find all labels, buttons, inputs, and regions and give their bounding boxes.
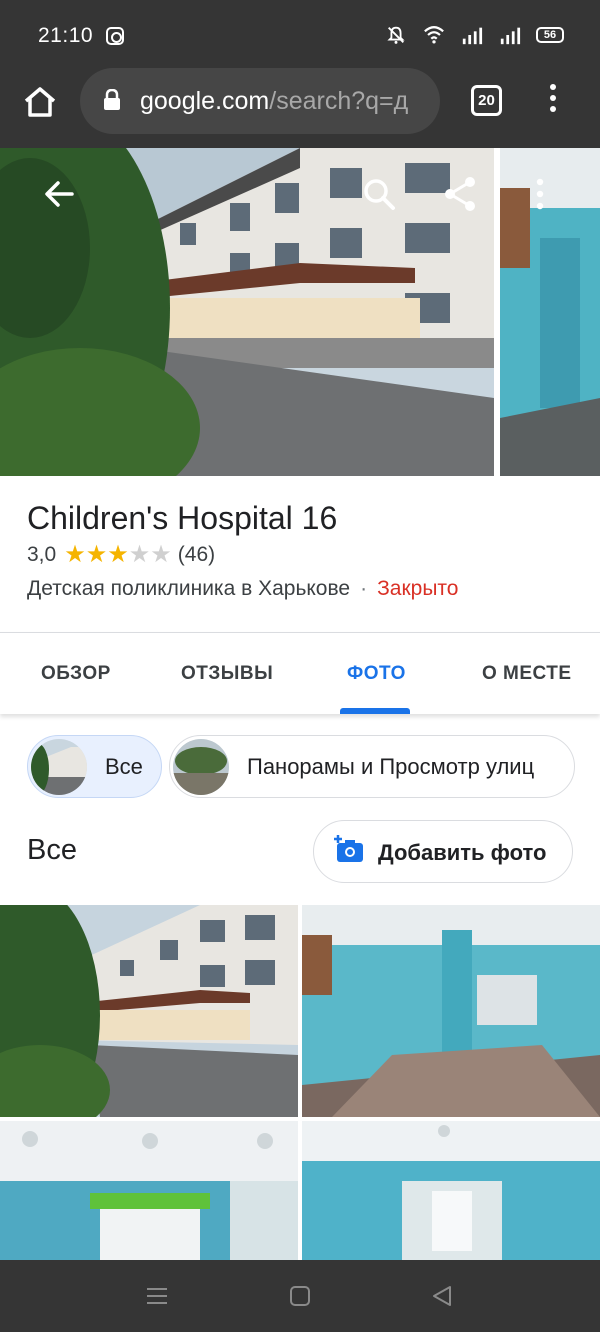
star-icon: ★	[85, 541, 108, 568]
instagram-icon	[106, 27, 124, 45]
url-text: google.com/search?q=д	[140, 87, 430, 116]
browser-toolbar: google.com/search?q=д 20	[0, 68, 600, 148]
photo-thumbnail[interactable]	[302, 1121, 600, 1260]
category-row: Детская поликлиника в Харькове · Закрыто	[27, 577, 458, 601]
review-count: (46)	[177, 543, 216, 566]
place-tabs: ОБЗОР ОТЗЫВЫ ФОТО О МЕСТЕ	[0, 632, 600, 714]
open-status: Закрыто	[377, 577, 459, 600]
chip-panorama-thumbnail	[173, 738, 229, 795]
add-photo-label: Добавить фото	[378, 840, 547, 865]
star-icon: ★	[150, 541, 172, 568]
star-icon: ★	[128, 541, 151, 568]
place-title: Children's Hospital 16	[27, 500, 338, 536]
more-options-icon[interactable]	[518, 172, 562, 216]
chip-all[interactable]: Все	[27, 735, 162, 798]
vibrate-mute-icon	[387, 26, 405, 44]
search-icon[interactable]	[357, 172, 401, 216]
hero-photos	[0, 148, 600, 476]
signal-icon-2	[500, 27, 521, 45]
separator-dot: ·	[360, 577, 368, 600]
home-icon[interactable]	[22, 84, 58, 120]
url-host: google.com	[140, 87, 270, 115]
add-photo-camera-icon	[334, 835, 363, 862]
rating-value: 3,0	[27, 543, 57, 566]
address-bar[interactable]: google.com/search?q=д	[80, 68, 440, 134]
chip-all-thumbnail	[31, 738, 87, 795]
back-nav-icon[interactable]	[430, 1284, 454, 1308]
back-arrow-icon[interactable]	[38, 172, 82, 216]
battery-icon: 56	[536, 27, 564, 43]
system-navigation-bar	[0, 1260, 600, 1332]
active-tab-indicator	[340, 708, 410, 714]
rating-row[interactable]: 3,0 ★ ★ ★ ★ ★ (46)	[27, 543, 215, 567]
recent-apps-icon[interactable]	[145, 1284, 169, 1308]
browser-menu-button[interactable]	[546, 84, 560, 118]
photo-thumbnail[interactable]	[302, 905, 600, 1117]
tab-switcher-button[interactable]: 20	[471, 85, 502, 116]
tab-photos[interactable]: ФОТО	[347, 663, 406, 685]
star-icon: ★	[64, 541, 86, 568]
photo-thumbnail[interactable]	[0, 1121, 298, 1260]
place-category: Детская поликлиника в Харькове	[27, 577, 351, 600]
photo-thumbnail[interactable]	[0, 905, 298, 1117]
chip-panoramas[interactable]: Панорамы и Просмотр улиц	[169, 735, 575, 798]
chip-panoramas-label: Панорамы и Просмотр улиц	[247, 753, 535, 779]
add-photo-button[interactable]: Добавить фото	[313, 820, 573, 883]
status-time: 21:10	[38, 24, 94, 47]
chip-all-label: Все	[105, 753, 143, 779]
home-nav-icon[interactable]	[288, 1284, 312, 1308]
signal-icon	[462, 27, 483, 45]
tab-about[interactable]: О МЕСТЕ	[482, 663, 572, 685]
url-path: /search?q=д	[269, 87, 409, 115]
tab-overview[interactable]: ОБЗОР	[41, 663, 111, 685]
status-bar: 21:10 56	[0, 0, 600, 70]
wifi-icon	[424, 26, 444, 44]
photos-section-title: Все	[27, 834, 77, 866]
lock-icon	[104, 89, 120, 110]
share-icon[interactable]	[438, 172, 482, 216]
star-icon: ★	[107, 541, 129, 568]
rating-stars: ★ ★ ★ ★ ★	[64, 543, 172, 567]
tab-reviews[interactable]: ОТЗЫВЫ	[181, 663, 273, 685]
